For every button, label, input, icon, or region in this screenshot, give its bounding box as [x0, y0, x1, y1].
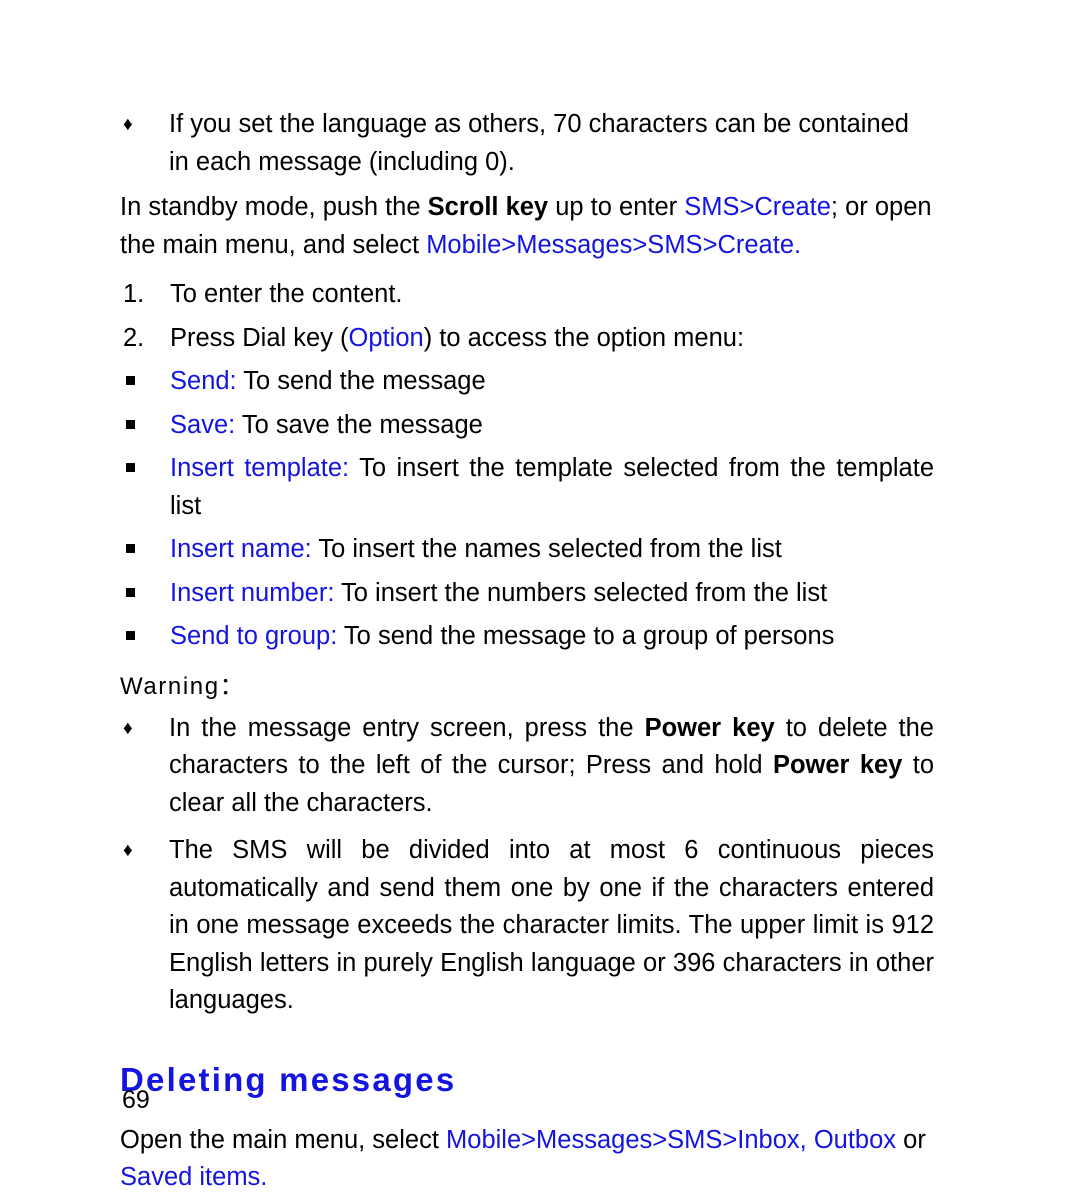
option-term: Send to group:	[170, 622, 338, 650]
step-text-prefix: Press Dial key (	[170, 323, 349, 352]
manual-page: ♦ If you set the language as others, 70 …	[0, 0, 1080, 1197]
square-bullet-icon	[126, 544, 135, 553]
diamond-bullet-icon: ♦	[123, 840, 133, 861]
square-bullet-icon	[126, 631, 135, 640]
option-text: Insert template: To insert the template …	[170, 450, 934, 525]
step-text: Press Dial key (Option) to access the op…	[170, 324, 744, 352]
standby-mode-paragraph: In standby mode, push the Scroll key up …	[120, 189, 934, 264]
option-text: Insert name: To insert the names selecte…	[170, 535, 782, 563]
warning-label: Warning：	[120, 672, 246, 700]
step-number: 2.	[123, 323, 145, 352]
option-item-insert-template: Insert template: To insert the template …	[120, 450, 934, 525]
diamond-bullet-icon: ♦	[123, 717, 133, 739]
warning-text-part1: In the message entry screen, press the	[169, 713, 645, 742]
square-bullet-icon	[126, 419, 135, 429]
option-item-send-to-group: Send to group: To send the message to a …	[120, 618, 934, 656]
option-description: To insert the names selected from the li…	[311, 535, 782, 563]
option-text: Save: To save the message	[170, 411, 483, 439]
step-text: To enter the content.	[170, 280, 403, 308]
power-key-bold-2: Power key	[772, 751, 903, 779]
open-menu-text-part1: Open the main menu, select	[120, 1125, 447, 1154]
warning-item-text: In the message entry screen, press the P…	[169, 710, 934, 823]
page-content: ♦ If you set the language as others, 70 …	[120, 106, 934, 1197]
option-text: Insert number: To insert the numbers sel…	[170, 579, 827, 607]
option-text: Send to group: To send the message to a …	[170, 622, 834, 650]
mobile-messages-sms-create-link: Mobile>Messages>SMS>Create.	[426, 230, 802, 259]
square-bullet-icon	[126, 463, 135, 472]
section-heading-deleting-messages: Deleting messages	[120, 1060, 457, 1098]
option-item-send: Send: To send the message	[120, 363, 934, 401]
page-number: 69	[122, 1086, 150, 1114]
option-term: Insert number:	[170, 578, 335, 607]
open-menu-text-part2: or	[896, 1125, 926, 1154]
option-item-insert-name: Insert name: To insert the names selecte…	[120, 531, 934, 569]
step-text-suffix: ) to access the option menu:	[423, 323, 745, 352]
option-description: To send the message	[236, 367, 486, 395]
saved-items-link: Saved items.	[120, 1163, 268, 1191]
option-link: Option	[348, 323, 424, 352]
option-term: Insert name:	[170, 535, 312, 563]
open-menu-paragraph: Open the main menu, select Mobile>Messag…	[120, 1122, 934, 1197]
list-item-text: If you set the language as others, 70 ch…	[169, 110, 909, 176]
option-term: Save:	[170, 410, 236, 439]
warning-item-sms-split: ♦ The SMS will be divided into at most 6…	[120, 832, 934, 1020]
option-description: To save the message	[235, 410, 483, 439]
diamond-bullet-icon: ♦	[123, 114, 133, 135]
warning-item-power-key: ♦ In the message entry screen, press the…	[120, 710, 934, 823]
square-bullet-icon	[126, 376, 135, 385]
standby-text-part2: up to enter	[548, 193, 685, 221]
scroll-key-bold: Scroll key	[427, 193, 549, 221]
option-description: To insert the numbers selected from the …	[334, 578, 828, 607]
warning-item-text: The SMS will be divided into at most 6 c…	[169, 836, 934, 1014]
option-text: Send: To send the message	[170, 367, 486, 395]
list-item-language-bullet: ♦ If you set the language as others, 70 …	[120, 106, 934, 181]
option-item-save: Save: To save the message	[120, 407, 934, 445]
numbered-step-1: 1. To enter the content.	[120, 276, 934, 314]
square-bullet-icon	[126, 587, 135, 597]
option-description: To send the message to a group of person…	[337, 622, 835, 650]
power-key-bold-1: Power key	[644, 713, 775, 742]
option-item-insert-number: Insert number: To insert the numbers sel…	[120, 575, 934, 613]
option-term: Send:	[170, 367, 237, 395]
sms-create-link: SMS>Create	[684, 193, 831, 221]
numbered-step-2: 2. Press Dial key (Option) to access the…	[120, 320, 934, 358]
mobile-messages-sms-inbox-outbox-link: Mobile>Messages>SMS>Inbox, Outbox	[446, 1125, 897, 1154]
option-term: Insert template:	[170, 454, 350, 482]
standby-text-part1: In standby mode, push the	[120, 193, 428, 221]
step-number: 1.	[123, 280, 145, 308]
